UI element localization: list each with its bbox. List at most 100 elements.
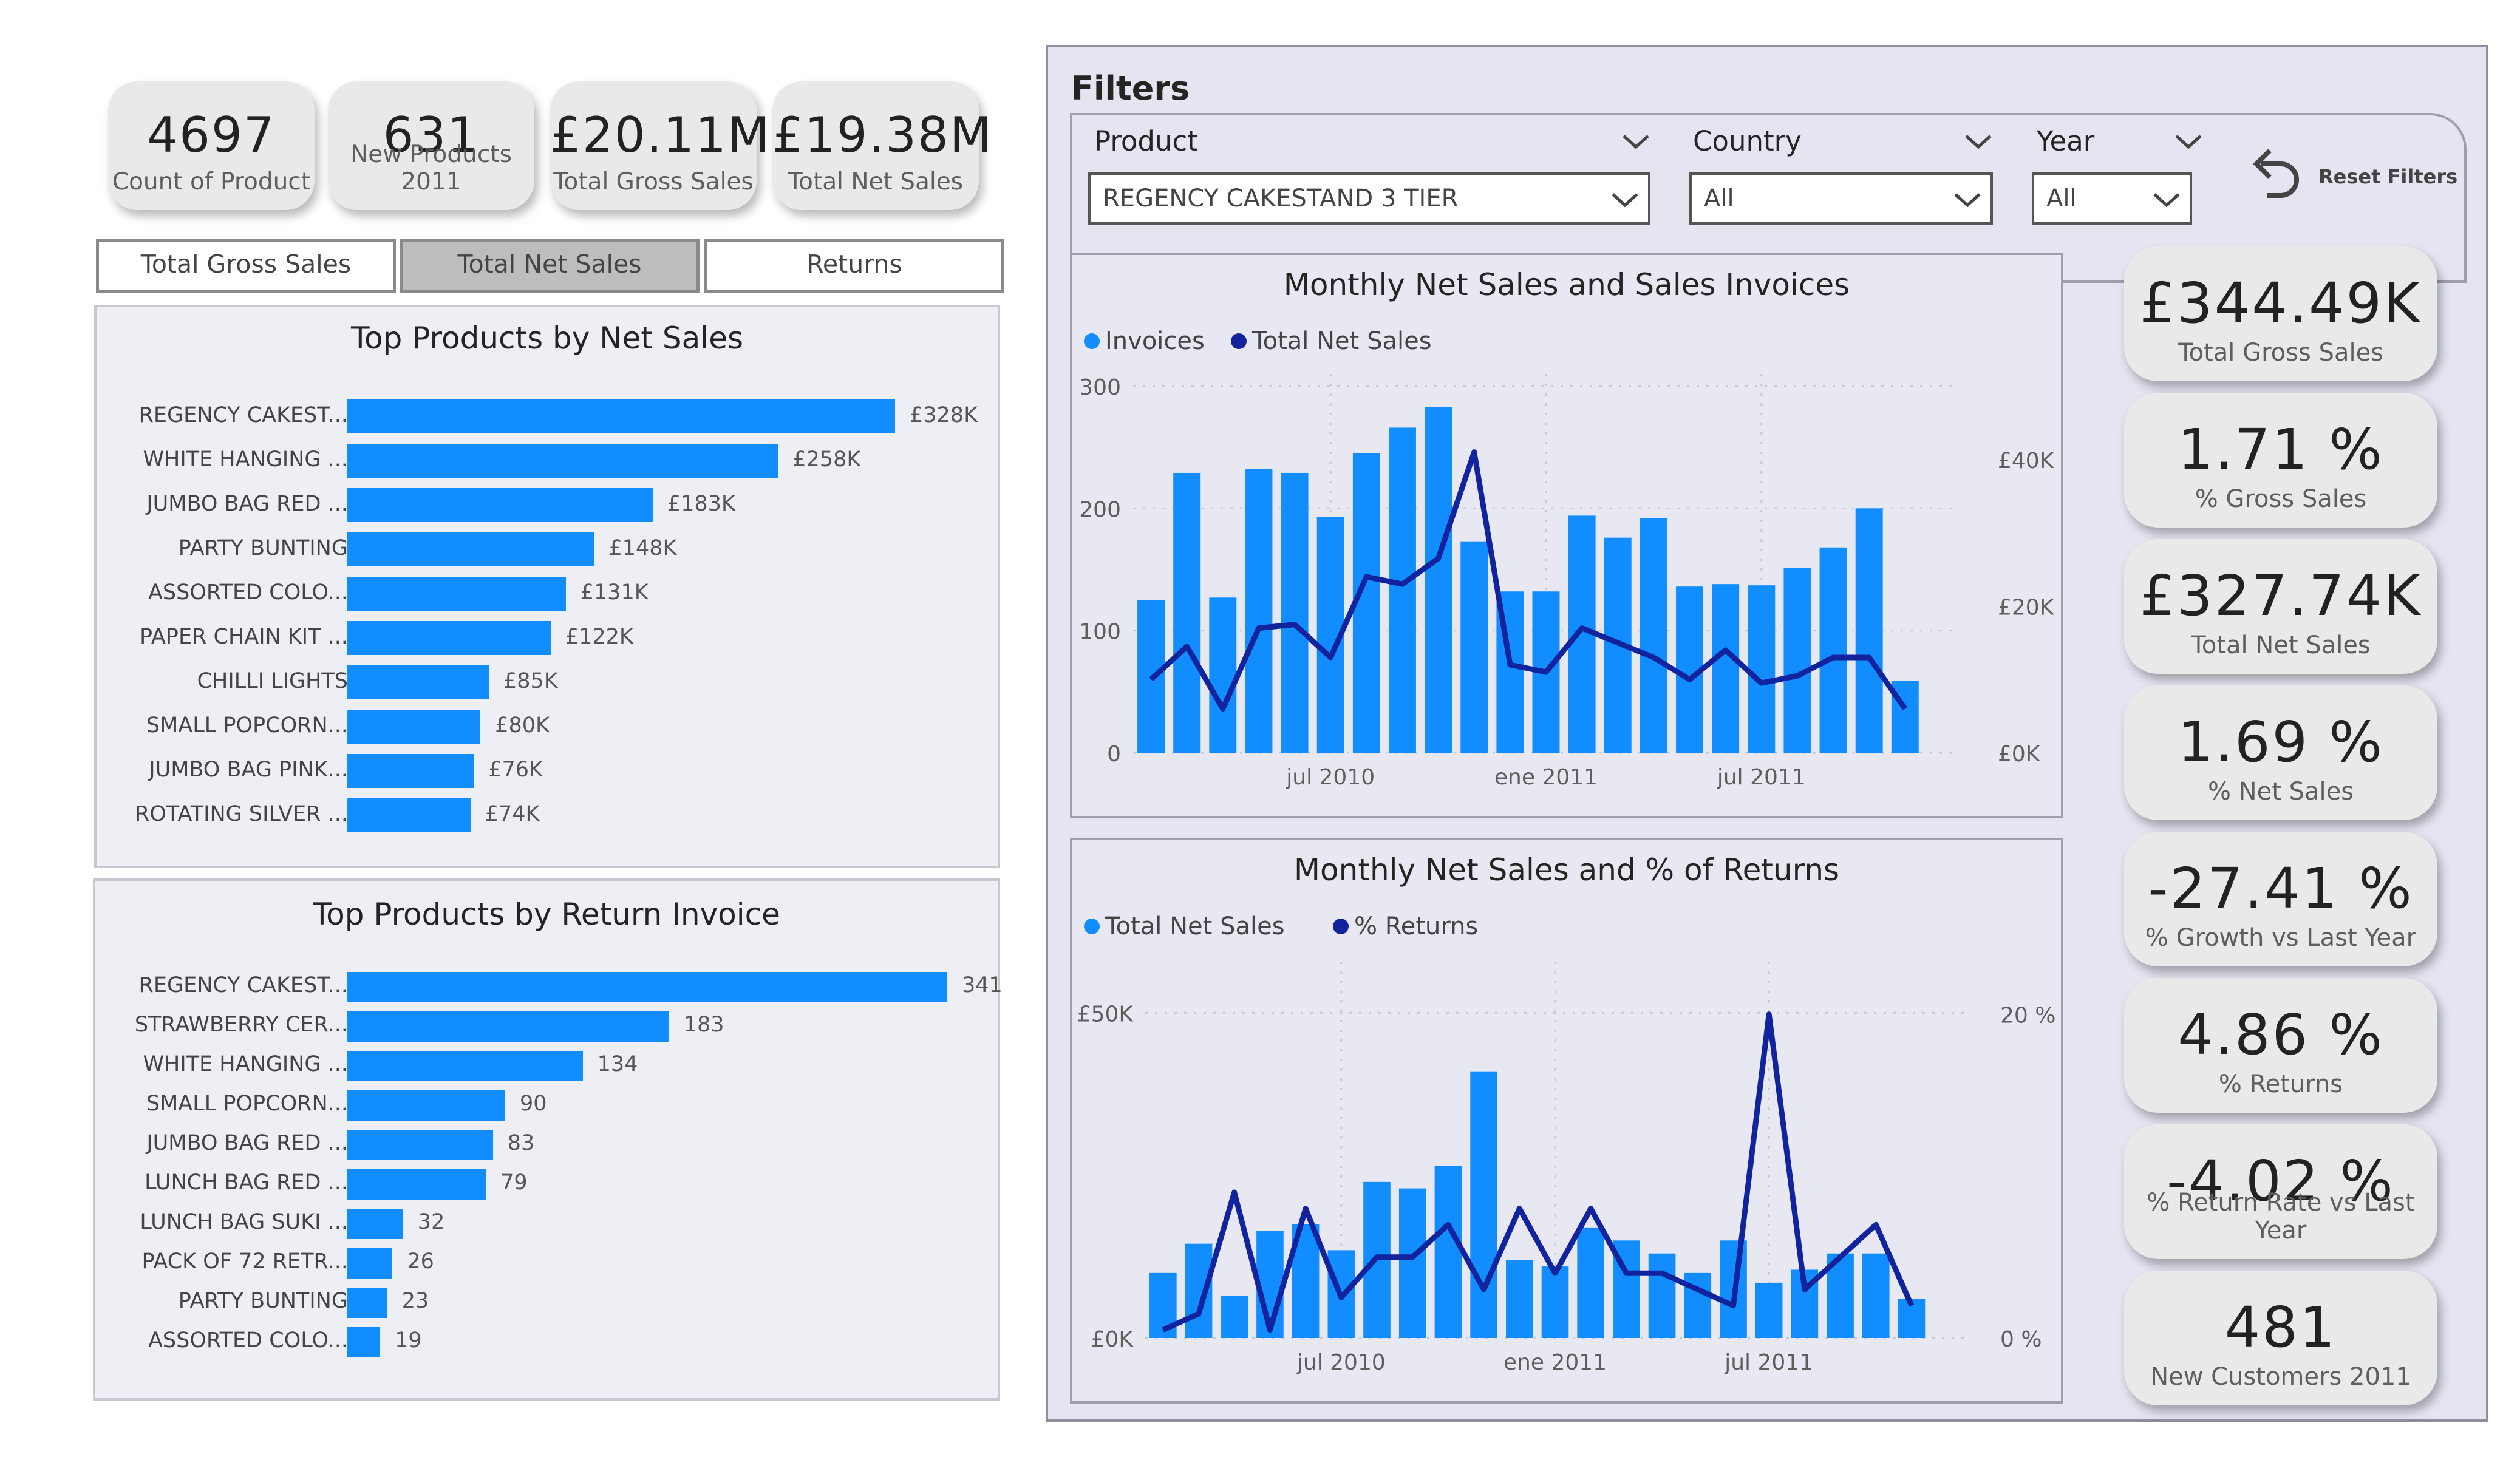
- bar-data-label: £85K: [503, 669, 558, 693]
- bar[interactable]: [1221, 1296, 1248, 1338]
- legend-label: Total Net Sales: [1105, 912, 1285, 940]
- chevron-down-icon[interactable]: [2148, 188, 2185, 212]
- year-slicer-label: Year: [2037, 125, 2095, 157]
- reset-filters-button[interactable]: Reset Filters: [2243, 142, 2457, 215]
- bar[interactable]: [347, 754, 474, 788]
- country-dropdown[interactable]: All: [1689, 172, 1993, 225]
- bar[interactable]: [1173, 472, 1201, 753]
- kpi-card: £20.11M Total Gross Sales: [550, 81, 771, 210]
- kpi-card: £19.38M Total Net Sales: [772, 81, 992, 210]
- y2-axis-tick-label: 20 %: [2000, 1004, 2055, 1028]
- bar[interactable]: [1245, 469, 1273, 753]
- bar[interactable]: [347, 1327, 381, 1357]
- chevron-down-icon[interactable]: [1618, 130, 1654, 154]
- country-dropdown-value: All: [1704, 185, 1734, 212]
- chevron-down-icon[interactable]: [1949, 188, 1986, 212]
- bar[interactable]: [1748, 585, 1776, 753]
- bar[interactable]: [347, 444, 778, 478]
- bar[interactable]: [1434, 1166, 1462, 1338]
- legend-label: % Returns: [1354, 912, 1478, 940]
- bar[interactable]: [347, 710, 481, 744]
- bar[interactable]: [347, 1130, 493, 1160]
- bar[interactable]: [347, 1288, 387, 1318]
- legend-label: Total Net Sales: [1251, 327, 1432, 355]
- side-kpi-value: 1.69 %: [2178, 710, 2384, 775]
- bar-category-label: WHITE HANGING ...: [143, 447, 348, 472]
- bar[interactable]: [1648, 1253, 1676, 1338]
- chevron-down-icon[interactable]: [1607, 188, 1643, 212]
- bar[interactable]: [1460, 541, 1488, 753]
- side-kpi-value: £344.49K: [2139, 271, 2422, 336]
- x-axis-tick-label: jul 2011: [1724, 1350, 1813, 1375]
- bar[interactable]: [347, 1209, 403, 1239]
- bar[interactable]: [1425, 407, 1452, 753]
- bar[interactable]: [1209, 597, 1237, 753]
- bar[interactable]: [1783, 568, 1811, 753]
- bar-category-label: LUNCH BAG RED ...: [145, 1170, 348, 1195]
- monthly-net-sales-returns-chart: Monthly Net Sales and % of Returns Total …: [1070, 838, 2063, 1404]
- bar[interactable]: [347, 1248, 393, 1279]
- bar-category-label: PARTY BUNTING: [178, 536, 348, 560]
- measure-button[interactable]: Total Net Sales: [400, 239, 700, 293]
- bar-data-label: 26: [407, 1249, 434, 1274]
- bar[interactable]: [1389, 427, 1416, 753]
- bar[interactable]: [347, 1051, 583, 1081]
- side-kpi-card: 481 New Customers 2011: [2124, 1271, 2437, 1405]
- bar[interactable]: [1855, 508, 1883, 753]
- bar[interactable]: [347, 1011, 669, 1042]
- bar-category-label: CHILLI LIGHTS: [197, 669, 348, 693]
- bar-category-label: ASSORTED COLO...: [148, 580, 348, 605]
- bar[interactable]: [347, 798, 471, 832]
- bar[interactable]: [347, 532, 594, 566]
- measure-button[interactable]: Returns: [704, 239, 1004, 293]
- bar-category-label: PARTY BUNTING: [178, 1289, 348, 1313]
- top-products-returns-panel: Top Products by Return Invoice REGENCY C…: [93, 878, 1003, 1401]
- chevron-down-icon[interactable]: [2170, 130, 2207, 154]
- bar[interactable]: [1640, 518, 1667, 753]
- bar[interactable]: [1577, 1227, 1604, 1338]
- bar[interactable]: [1755, 1282, 1783, 1338]
- bar[interactable]: [347, 577, 566, 611]
- bar[interactable]: [1281, 472, 1309, 753]
- bar[interactable]: [347, 1090, 506, 1121]
- side-kpi-value: £327.74K: [2139, 563, 2422, 628]
- bar[interactable]: [1398, 1188, 1426, 1338]
- side-kpi-label: % Growth vs Last Year: [2145, 924, 2417, 952]
- bar[interactable]: [1506, 1260, 1533, 1338]
- kpi-value: £20.11M: [550, 107, 771, 163]
- product-slicer-label: Product: [1094, 125, 1198, 157]
- bar-data-label: 134: [597, 1052, 638, 1076]
- side-kpi-label: New Customers 2011: [2150, 1363, 2411, 1391]
- bar-category-label: JUMBO BAG PINK...: [149, 758, 348, 782]
- bar-data-label: £258K: [792, 447, 861, 472]
- bar[interactable]: [347, 399, 895, 433]
- bar-data-label: £122K: [565, 625, 633, 649]
- bar[interactable]: [1712, 584, 1740, 753]
- product-dropdown[interactable]: REGENCY CAKESTAND 3 TIER: [1088, 172, 1650, 225]
- bar-data-label: 23: [401, 1289, 429, 1313]
- y2-axis-tick-label: £40K: [1998, 449, 2055, 474]
- bar[interactable]: [347, 1169, 486, 1200]
- bar[interactable]: [1541, 1266, 1569, 1338]
- y2-axis-tick-label: 0 %: [2000, 1327, 2042, 1352]
- bar[interactable]: [1470, 1071, 1497, 1338]
- y-axis-tick-label: £50K: [1077, 1002, 1134, 1027]
- country-slicer-label: Country: [1693, 125, 1802, 157]
- y-axis-tick-label: £0K: [1091, 1327, 1134, 1352]
- chevron-down-icon[interactable]: [1960, 130, 1997, 154]
- kpi-label: Total Gross Sales: [553, 168, 754, 195]
- bar[interactable]: [347, 621, 551, 655]
- bar-data-label: £183K: [667, 492, 735, 516]
- bar-data-label: £74K: [485, 802, 540, 826]
- bar[interactable]: [1862, 1253, 1890, 1338]
- measure-button[interactable]: Total Gross Sales: [96, 239, 396, 293]
- bar[interactable]: [347, 665, 489, 699]
- bar[interactable]: [1819, 547, 1847, 753]
- side-kpi-card: £327.74K Total Net Sales: [2124, 539, 2437, 674]
- undo-icon: [2253, 149, 2299, 198]
- bar[interactable]: [347, 488, 653, 522]
- bar[interactable]: [347, 972, 947, 1002]
- bar-category-label: JUMBO BAG RED ...: [146, 1131, 348, 1155]
- bar-data-label: £80K: [495, 713, 550, 738]
- year-dropdown-value: All: [2046, 185, 2077, 212]
